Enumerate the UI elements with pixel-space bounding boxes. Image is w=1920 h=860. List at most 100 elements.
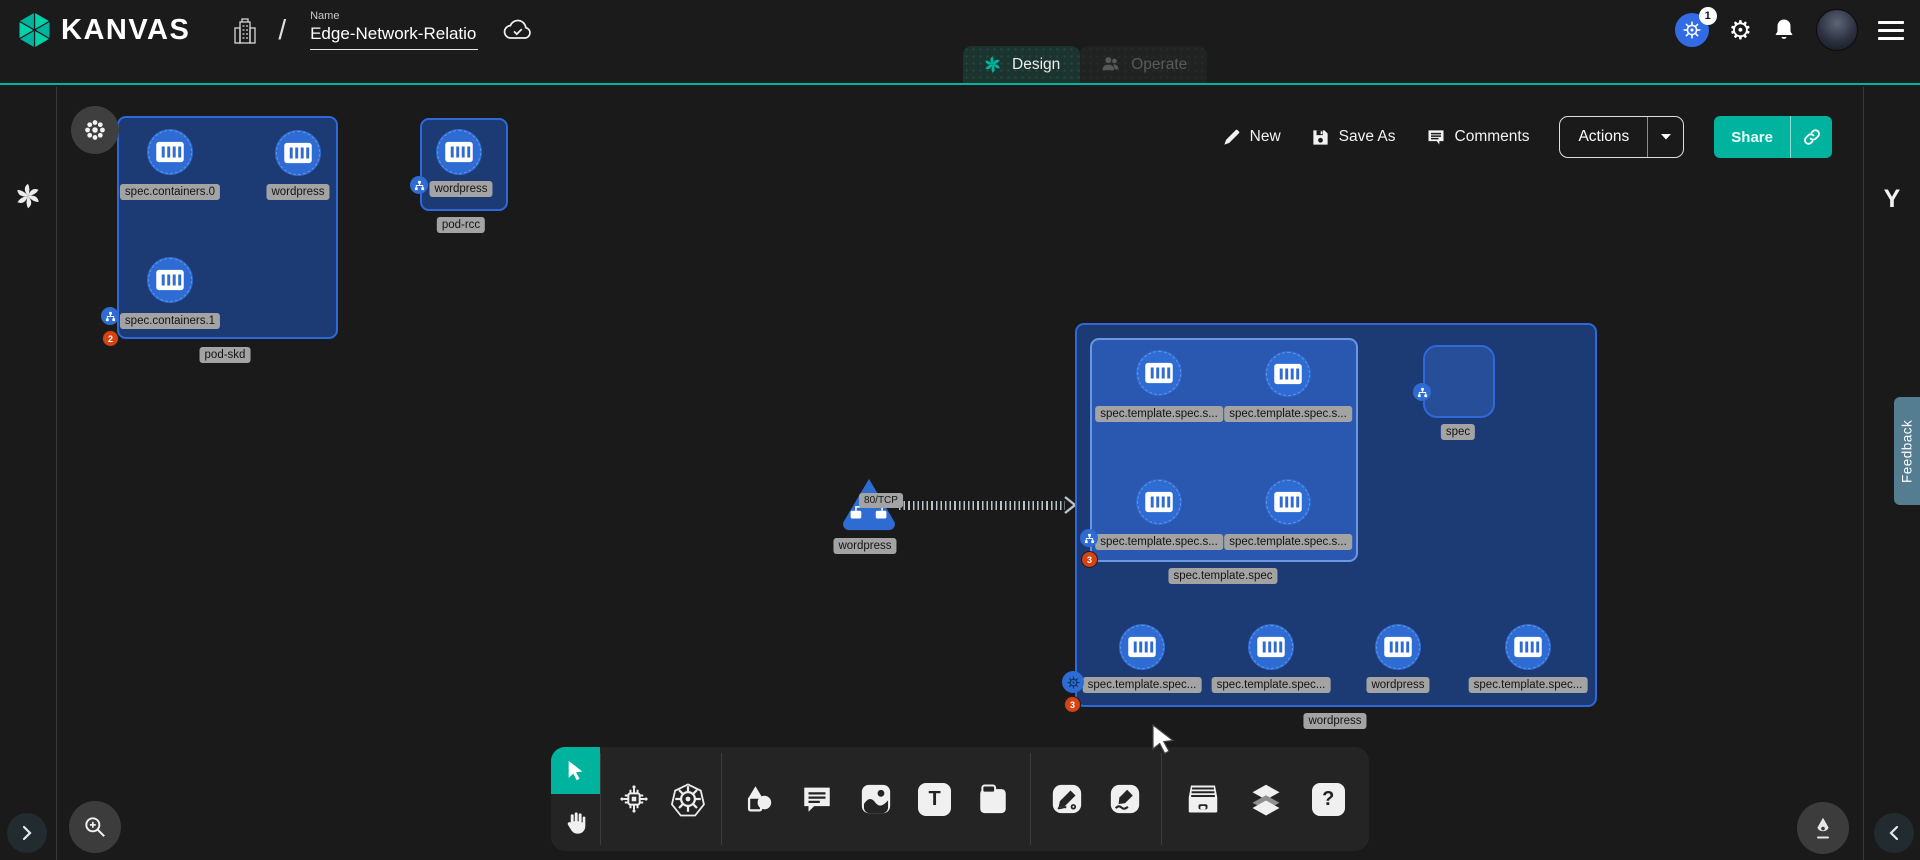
relationship-badge[interactable] <box>410 176 428 194</box>
container-node[interactable] <box>275 130 321 176</box>
shapes-tool-button[interactable] <box>737 777 781 821</box>
help-tool-button[interactable]: ? <box>1306 777 1350 821</box>
error-count-badge[interactable]: 3 <box>1064 696 1081 713</box>
kanvas-brand[interactable]: KANVAS <box>16 10 190 50</box>
comment-icon <box>800 782 834 816</box>
organization-icon[interactable] <box>232 15 258 45</box>
canvas-settings-button[interactable] <box>71 106 119 154</box>
meshery-swirl-icon[interactable] <box>14 182 42 215</box>
container-node[interactable] <box>436 129 482 175</box>
relationship-badge[interactable] <box>101 307 119 325</box>
actions-dropdown-caret[interactable] <box>1647 117 1683 157</box>
hand-icon <box>562 809 590 837</box>
edge-draw-tool-button[interactable] <box>1045 777 1089 821</box>
container-icon <box>1256 636 1286 658</box>
comments-button[interactable]: Comments <box>1426 127 1530 147</box>
container-icon <box>155 141 185 163</box>
error-count-badge[interactable]: 2 <box>102 330 119 347</box>
pen-nib-icon <box>1810 815 1836 841</box>
design-name-input[interactable] <box>310 24 478 50</box>
kubernetes-context-button[interactable]: 1 <box>1675 13 1709 47</box>
container-node[interactable] <box>1375 624 1421 670</box>
share-button[interactable]: Share <box>1714 116 1832 158</box>
app-header: KANVAS / Name 1 ⚙ Design <box>0 0 1920 85</box>
components-tool-button[interactable] <box>612 777 656 821</box>
new-button[interactable]: New <box>1222 128 1281 147</box>
feedback-tab[interactable]: Feedback <box>1894 397 1920 505</box>
group-label: pod-rcc <box>437 217 485 233</box>
helm-wheel-icon <box>1681 19 1703 41</box>
container-node[interactable] <box>147 129 193 175</box>
design-swirl-icon <box>983 55 1002 74</box>
container-node[interactable] <box>1119 624 1165 670</box>
container-icon <box>155 269 185 291</box>
comments-button-label: Comments <box>1455 128 1530 146</box>
zoom-button[interactable] <box>69 801 121 853</box>
kubernetes-badge[interactable] <box>1062 671 1084 693</box>
cursor-icon <box>565 759 587 783</box>
container-icon <box>1273 491 1303 513</box>
hierarchy-icon <box>1417 387 1428 398</box>
text-tool-button[interactable]: T <box>913 777 957 821</box>
design-name-field: Name <box>310 10 478 50</box>
relationship-badge[interactable] <box>1413 383 1431 401</box>
container-node[interactable] <box>1265 351 1311 397</box>
edge-label: 80/TCP <box>859 493 903 508</box>
container-node[interactable] <box>1505 624 1551 670</box>
layers-icon <box>1248 781 1284 817</box>
canvas-toolbar: T ? <box>551 747 1369 851</box>
kubernetes-tool-button[interactable] <box>666 777 710 821</box>
group-spec-template-spec[interactable] <box>1090 338 1358 562</box>
select-tool-button[interactable] <box>551 747 600 794</box>
group-label: pod-skd <box>200 347 251 363</box>
node-label: spec.template.spec.s... <box>1095 406 1223 422</box>
node-label: spec.containers.1 <box>120 313 220 329</box>
freehand-draw-tool-button[interactable] <box>1103 777 1147 821</box>
save-as-button[interactable]: Save As <box>1311 128 1396 147</box>
pencil-icon <box>1222 128 1241 147</box>
spec-node[interactable] <box>1423 345 1495 418</box>
actions-button[interactable]: Actions <box>1559 116 1684 158</box>
error-count-badge[interactable]: 3 <box>1081 551 1098 568</box>
group-label: spec.template.spec <box>1168 568 1277 584</box>
pen-tool-button[interactable] <box>1797 802 1849 854</box>
node-label: wordpress <box>833 538 896 554</box>
share-button-label: Share <box>1714 116 1790 158</box>
layers-tool-button[interactable] <box>1244 777 1288 821</box>
image-tool-button[interactable] <box>854 777 898 821</box>
tab-operate[interactable]: Operate <box>1080 46 1207 83</box>
validator-icon[interactable]: Y <box>1884 185 1901 214</box>
drawer-tool-button[interactable] <box>1181 777 1225 821</box>
expand-right-panel-button[interactable] <box>1874 813 1914 853</box>
relationship-badge[interactable] <box>1080 529 1098 547</box>
notifications-bell-icon[interactable] <box>1772 17 1796 43</box>
node-label: spec.template.spec... <box>1083 677 1202 693</box>
node-label: spec.template.spec... <box>1212 677 1331 693</box>
user-avatar[interactable] <box>1816 9 1858 51</box>
link-icon <box>1802 127 1822 147</box>
container-node[interactable] <box>1136 479 1182 525</box>
container-icon <box>1513 636 1543 658</box>
container-node[interactable] <box>1136 350 1182 396</box>
comments-icon <box>1426 127 1446 147</box>
container-node[interactable] <box>147 257 193 303</box>
caret-down-icon <box>1660 133 1672 141</box>
name-field-label: Name <box>310 10 478 22</box>
tab-design[interactable]: Design <box>963 46 1080 83</box>
menu-hamburger-icon[interactable] <box>1878 21 1904 40</box>
magnifier-plus-icon <box>82 814 108 840</box>
container-node[interactable] <box>1248 624 1294 670</box>
pan-tool-button[interactable] <box>551 794 600 851</box>
settings-gear-icon[interactable]: ⚙ <box>1729 17 1752 43</box>
share-link-section[interactable] <box>1790 116 1832 158</box>
comment-tool-button[interactable] <box>795 777 839 821</box>
note-tool-button[interactable] <box>971 777 1015 821</box>
node-label: spec.template.spec... <box>1469 677 1588 693</box>
expand-left-panel-button[interactable] <box>7 813 47 853</box>
network-edge[interactable] <box>899 501 1065 510</box>
node-label: spec.containers.0 <box>120 184 220 200</box>
container-node[interactable] <box>1265 479 1311 525</box>
breadcrumb-separator: / <box>278 14 286 46</box>
line-pencil-icon <box>1050 782 1084 816</box>
chevron-right-icon <box>20 824 34 842</box>
